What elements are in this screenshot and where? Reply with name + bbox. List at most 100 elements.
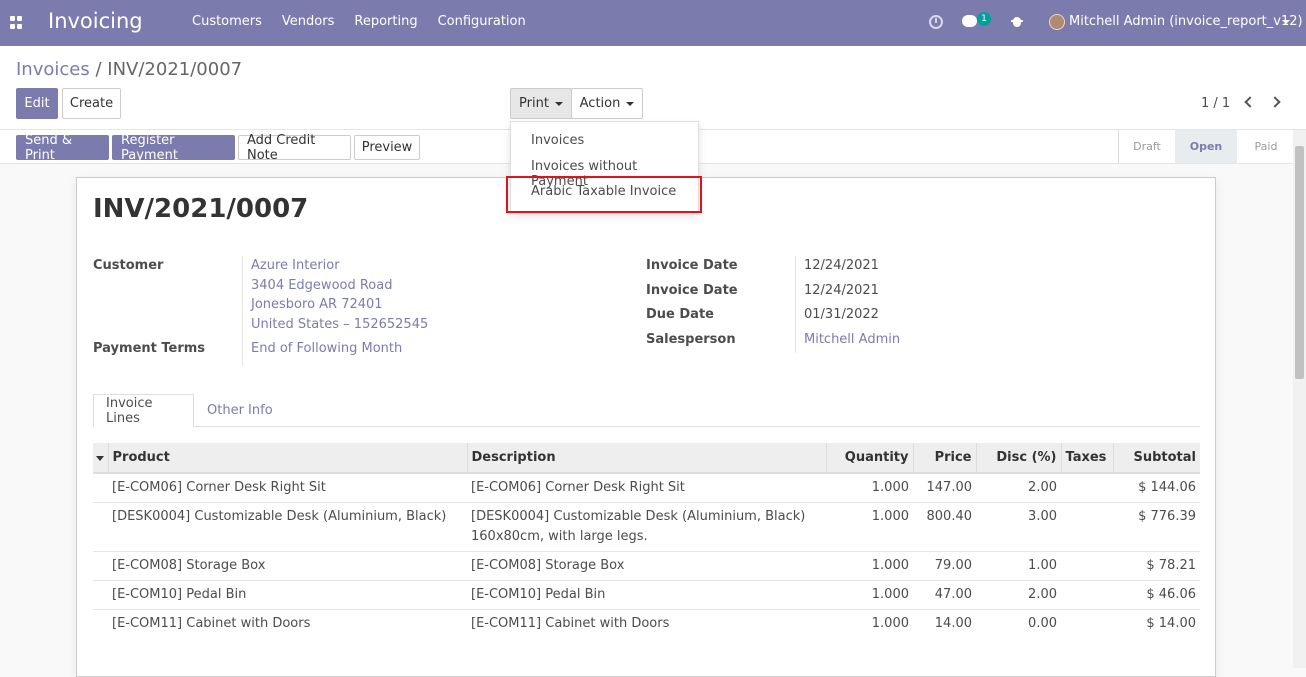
product-cell[interactable]: [E-COM10] Pedal Bin bbox=[108, 580, 467, 610]
activity-clock-icon[interactable] bbox=[929, 15, 943, 29]
description-cell[interactable]: [E-COM06] Corner Desk Right Sit bbox=[467, 472, 826, 503]
quantity-cell[interactable]: 1.000 bbox=[826, 551, 913, 581]
breadcrumb: Invoices / INV/2021/0007 bbox=[16, 59, 242, 80]
menu-configuration[interactable]: Configuration bbox=[438, 14, 526, 29]
breadcrumb-separator: / bbox=[95, 59, 102, 80]
column-header-price[interactable]: Price bbox=[912, 443, 976, 474]
price-cell[interactable]: 14.00 bbox=[913, 609, 976, 638]
preview-button[interactable]: Preview bbox=[354, 135, 420, 160]
subtotal-cell: $ 144.06 bbox=[1113, 472, 1200, 503]
salesperson-value[interactable]: Mitchell Admin bbox=[804, 332, 900, 347]
product-cell[interactable]: [DESK0004] Customizable Desk (Aluminium,… bbox=[108, 502, 467, 552]
taxes-cell[interactable] bbox=[1061, 551, 1113, 581]
quantity-cell[interactable]: 1.000 bbox=[826, 472, 913, 503]
pager-value[interactable]: 1 / 1 bbox=[1201, 96, 1230, 111]
column-header-quantity[interactable]: Quantity bbox=[825, 443, 913, 474]
discount-cell[interactable]: 0.00 bbox=[976, 609, 1061, 638]
print-dropdown-button[interactable]: Print bbox=[510, 88, 572, 119]
caret-down-icon bbox=[554, 101, 563, 106]
customer-address-line[interactable]: 3404 Edgewood Road bbox=[251, 278, 392, 293]
user-menu-caret-icon[interactable] bbox=[1282, 20, 1290, 24]
breadcrumb-current: INV/2021/0007 bbox=[107, 59, 243, 80]
payment-terms-value[interactable]: End of Following Month bbox=[251, 341, 402, 356]
discount-cell[interactable]: 3.00 bbox=[976, 502, 1061, 552]
description-cell[interactable]: [E-COM08] Storage Box bbox=[467, 551, 826, 581]
tab-invoice-lines[interactable]: Invoice Lines bbox=[93, 394, 194, 427]
price-cell[interactable]: 147.00 bbox=[913, 472, 976, 503]
column-header-taxes[interactable]: Taxes bbox=[1060, 443, 1113, 474]
customer-name-link[interactable]: Azure Interior bbox=[251, 258, 340, 273]
product-cell[interactable]: [E-COM08] Storage Box bbox=[108, 551, 467, 581]
invoice-form-sheet: INV/2021/0007 Customer Azure Interior 34… bbox=[76, 177, 1216, 677]
discount-cell[interactable]: 1.00 bbox=[976, 551, 1061, 581]
description-cell[interactable]: [DESK0004] Customizable Desk (Aluminium,… bbox=[467, 502, 826, 552]
column-header-subtotal[interactable]: Subtotal bbox=[1112, 443, 1200, 474]
due-date-label: Due Date bbox=[646, 307, 714, 322]
debug-bug-icon[interactable] bbox=[1011, 14, 1023, 28]
product-cell[interactable]: [E-COM11] Cabinet with Doors bbox=[108, 609, 467, 638]
description-cell[interactable]: [E-COM10] Pedal Bin bbox=[467, 580, 826, 610]
invoice-number-title: INV/2021/0007 bbox=[93, 194, 309, 224]
action-label: Action bbox=[579, 96, 621, 111]
taxes-cell[interactable] bbox=[1061, 502, 1113, 552]
description-cell[interactable]: [E-COM11] Cabinet with Doors bbox=[467, 609, 826, 638]
scrollbar[interactable] bbox=[1293, 130, 1306, 668]
discount-cell[interactable]: 2.00 bbox=[976, 580, 1061, 610]
column-header-discount[interactable]: Disc (%) bbox=[975, 443, 1061, 474]
product-cell[interactable]: [E-COM06] Corner Desk Right Sit bbox=[108, 472, 467, 503]
apps-menu-icon[interactable] bbox=[10, 16, 23, 29]
breadcrumb-invoices-link[interactable]: Invoices bbox=[16, 59, 90, 80]
tab-other-info[interactable]: Other Info bbox=[195, 394, 285, 427]
quantity-cell[interactable]: 1.000 bbox=[826, 609, 913, 638]
quantity-cell[interactable]: 1.000 bbox=[826, 580, 913, 610]
create-button[interactable]: Create bbox=[62, 88, 121, 119]
column-header-description[interactable]: Description bbox=[466, 443, 826, 474]
invoice-date-value: 12/24/2021 bbox=[804, 283, 879, 298]
app-title[interactable]: Invoicing bbox=[48, 9, 143, 33]
taxes-cell[interactable] bbox=[1061, 609, 1113, 638]
action-dropdown-button[interactable]: Action bbox=[571, 88, 643, 119]
menu-vendors[interactable]: Vendors bbox=[282, 14, 334, 29]
edit-button[interactable]: Edit bbox=[16, 88, 58, 119]
table-row[interactable]: [E-COM06] Corner Desk Right Sit [E-COM06… bbox=[93, 472, 1200, 503]
table-row[interactable]: [E-COM08] Storage Box [E-COM08] Storage … bbox=[93, 551, 1200, 581]
top-navbar: Invoicing Customers Vendors Reporting Co… bbox=[0, 0, 1306, 46]
table-row[interactable]: [E-COM10] Pedal Bin [E-COM10] Pedal Bin … bbox=[93, 580, 1200, 610]
user-menu-label[interactable]: Mitchell Admin (invoice_report_v12) bbox=[1069, 14, 1303, 29]
customer-address-line[interactable]: Jonesboro AR 72401 bbox=[251, 297, 383, 312]
discount-cell[interactable]: 2.00 bbox=[976, 472, 1061, 503]
price-cell[interactable]: 47.00 bbox=[913, 580, 976, 610]
chat-icon[interactable] bbox=[962, 15, 977, 27]
invoice-date-label: Invoice Date bbox=[646, 283, 738, 298]
quantity-cell[interactable]: 1.000 bbox=[826, 502, 913, 552]
chevron-right-icon[interactable] bbox=[1271, 95, 1281, 109]
field-divider bbox=[795, 256, 796, 353]
highlight-annotation-box bbox=[506, 176, 702, 213]
table-row[interactable]: [E-COM11] Cabinet with Doors [E-COM11] C… bbox=[93, 609, 1200, 638]
menu-customers[interactable]: Customers bbox=[192, 14, 262, 29]
price-cell[interactable]: 800.40 bbox=[913, 502, 976, 552]
taxes-cell[interactable] bbox=[1061, 580, 1113, 610]
chevron-left-icon[interactable] bbox=[1243, 95, 1253, 109]
add-credit-note-button[interactable]: Add Credit Note bbox=[238, 133, 351, 163]
column-header-product[interactable]: Product bbox=[107, 443, 467, 474]
taxes-cell[interactable] bbox=[1061, 472, 1113, 503]
main-menu: Customers Vendors Reporting Configuratio… bbox=[192, 14, 546, 29]
avatar[interactable] bbox=[1049, 14, 1065, 30]
subtotal-cell: $ 14.00 bbox=[1113, 609, 1200, 638]
payment-terms-label: Payment Terms bbox=[93, 341, 206, 356]
send-print-button[interactable]: Send & Print bbox=[16, 133, 109, 163]
notebook-tabs: Invoice Lines Other Info bbox=[93, 394, 1200, 427]
due-date-value: 01/31/2022 bbox=[804, 307, 879, 322]
register-payment-button[interactable]: Register Payment bbox=[112, 133, 235, 163]
stage-open: Open bbox=[1175, 130, 1237, 163]
print-menu-item-invoices[interactable]: Invoices bbox=[531, 133, 584, 148]
scrollbar-thumb[interactable] bbox=[1295, 146, 1304, 379]
sort-caret-icon bbox=[96, 456, 104, 461]
menu-reporting[interactable]: Reporting bbox=[354, 14, 417, 29]
table-row[interactable]: [DESK0004] Customizable Desk (Aluminium,… bbox=[93, 502, 1200, 552]
customer-address-line[interactable]: United States – 152652545 bbox=[251, 317, 428, 332]
chat-badge: 1 bbox=[977, 12, 991, 26]
invoice-lines-table: Product Description Quantity Price Disc … bbox=[93, 443, 1200, 638]
price-cell[interactable]: 79.00 bbox=[913, 551, 976, 581]
